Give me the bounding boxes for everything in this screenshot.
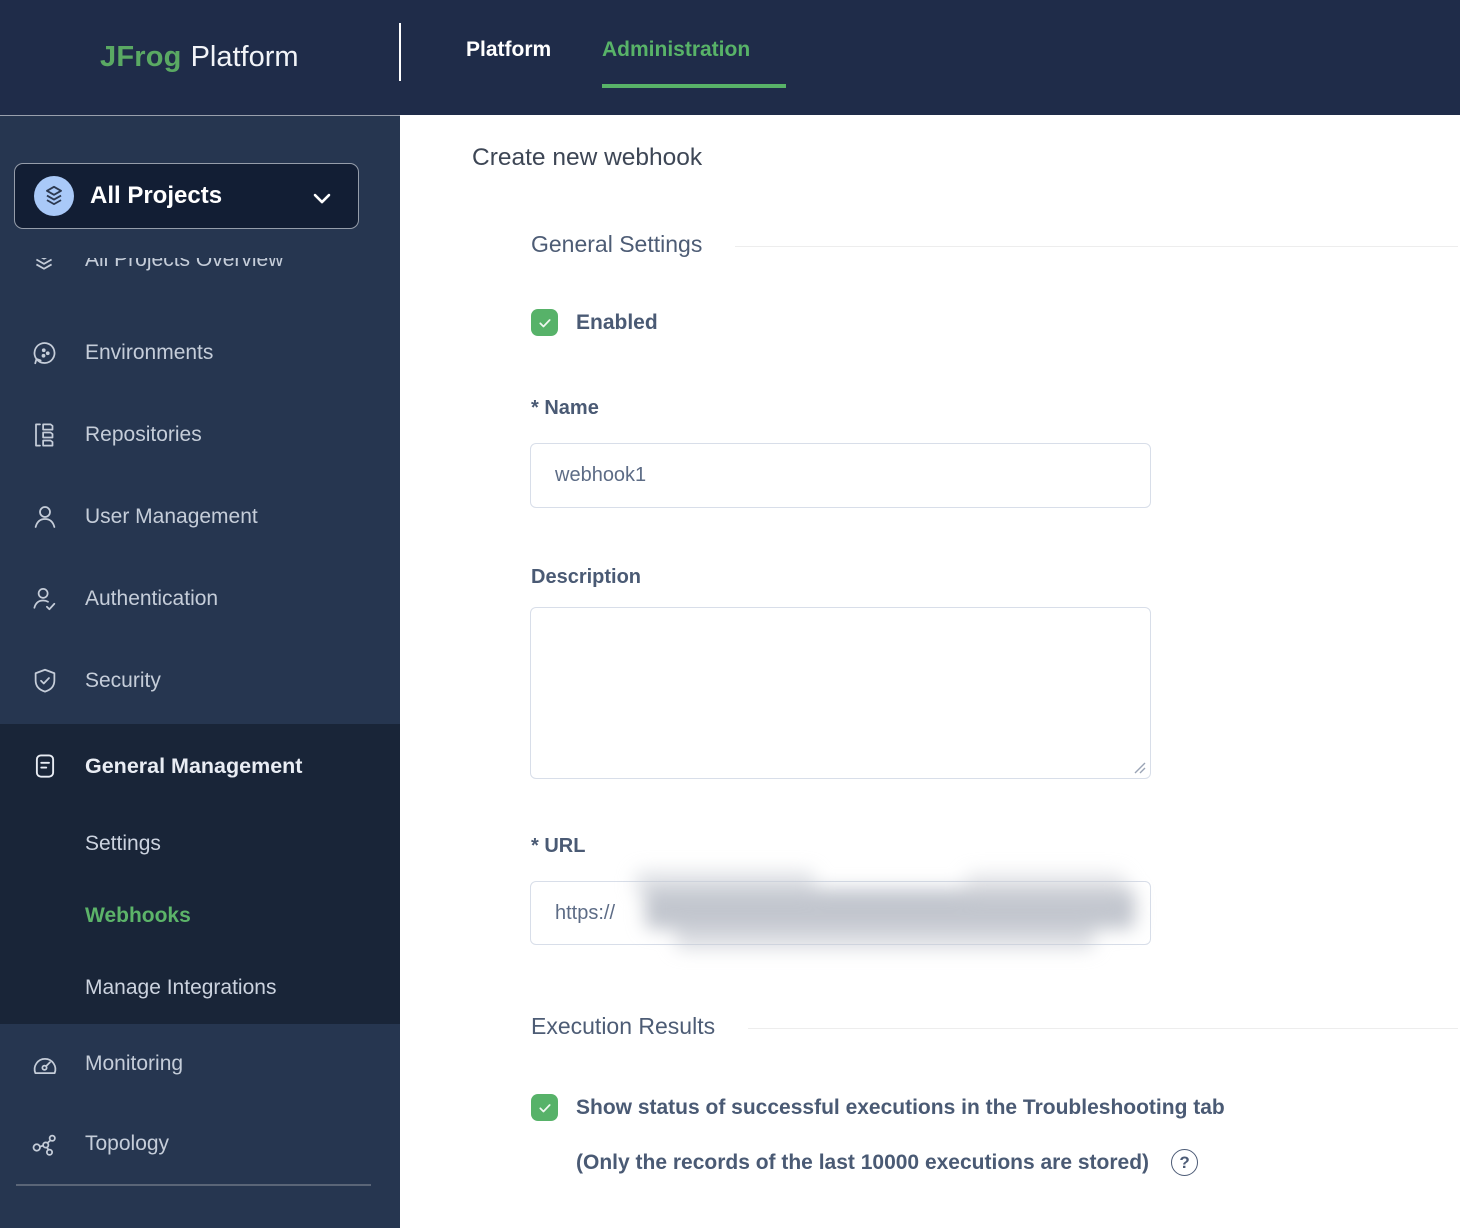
sidebar-item-label: Repositories [85, 423, 202, 447]
show-status-checkbox[interactable] [531, 1094, 558, 1121]
tab-administration-active-underline [602, 84, 786, 88]
sidebar-item-label: Authentication [85, 587, 218, 611]
sidebar-item-label: Manage Integrations [85, 976, 276, 1000]
general-management-section: General Management Settings Webhooks Man… [0, 724, 400, 1024]
sidebar-item-general-management[interactable]: General Management [0, 724, 400, 808]
url-field-label: * URL [531, 835, 585, 858]
tab-administration[interactable]: Administration [602, 38, 750, 62]
show-status-note: (Only the records of the last 10000 exec… [576, 1151, 1149, 1175]
section-title: Execution Results [531, 1013, 715, 1040]
sidebar-item-authentication[interactable]: Authentication [0, 558, 400, 640]
logo-platform-text: Platform [191, 41, 299, 74]
sidebar-item-label: Security [85, 669, 161, 693]
gauge-icon [30, 1049, 60, 1079]
layers-icon [30, 258, 58, 274]
show-status-note-row: (Only the records of the last 10000 exec… [576, 1149, 1198, 1176]
name-input[interactable] [530, 443, 1151, 508]
topbar-divider [399, 23, 401, 81]
stacked-layers-icon [41, 183, 67, 209]
sidebar-item-security[interactable]: Security [0, 640, 400, 722]
sidebar-item-user-management[interactable]: User Management [0, 476, 400, 558]
description-field-label: Description [531, 566, 641, 589]
enabled-checkbox[interactable] [531, 309, 558, 336]
enabled-checkbox-row: Enabled [531, 309, 658, 336]
show-status-checkbox-row: Show status of successful executions in … [531, 1094, 1225, 1121]
sidebar-item-label: Webhooks [85, 904, 191, 928]
show-status-label: Show status of successful executions in … [576, 1096, 1225, 1120]
sidebar-item-environments[interactable]: Environments [0, 312, 400, 394]
sidebar-item-label: Settings [85, 832, 161, 856]
project-selector-label: All Projects [90, 182, 222, 210]
jfrog-logo: JFrog Platform [100, 0, 299, 115]
logo-jfrog-text: JFrog [100, 41, 182, 74]
chevron-down-icon [308, 184, 336, 212]
checkmark-icon [537, 315, 553, 331]
project-selector-avatar [34, 176, 74, 216]
topbar: JFrog Platform Platform Administration [0, 0, 1460, 115]
question-circle-icon[interactable]: ? [1171, 1149, 1198, 1176]
topology-nodes-icon [30, 1129, 60, 1159]
sidebar-item-manage-integrations[interactable]: Manage Integrations [0, 952, 400, 1024]
section-title: General Settings [531, 231, 702, 258]
project-selector-dropdown[interactable]: All Projects [14, 163, 359, 229]
user-check-icon [30, 584, 60, 614]
sidebar-item-label: Topology [85, 1132, 169, 1156]
sidebar-bottom-divider [16, 1184, 371, 1186]
sidebar-item-label: All Projects Overview [85, 258, 283, 272]
sidebar-item-label: Monitoring [85, 1052, 183, 1076]
sidebar-item-label: General Management [85, 754, 302, 779]
name-field-label: * Name [531, 397, 599, 420]
sidebar-item-label: User Management [85, 505, 258, 529]
section-header-execution-results: Execution Results [531, 1013, 1458, 1040]
shield-check-icon [30, 666, 60, 696]
sidebar-item-label: Environments [85, 341, 213, 365]
tab-platform[interactable]: Platform [466, 38, 551, 62]
sidebar-item-webhooks[interactable]: Webhooks [0, 880, 400, 952]
sidebar-item-repositories[interactable]: Repositories [0, 394, 400, 476]
section-header-general-settings: General Settings [531, 231, 1458, 258]
sidebar: All Projects All Projects Overview Envir… [0, 115, 400, 1228]
url-input[interactable] [530, 881, 1151, 945]
sidebar-item-all-projects-overview[interactable]: All Projects Overview [0, 258, 400, 290]
section-divider-line [735, 246, 1458, 247]
enabled-label: Enabled [576, 311, 658, 335]
user-icon [30, 502, 60, 532]
sidebar-item-settings[interactable]: Settings [0, 808, 400, 880]
sidebar-item-topology[interactable]: Topology [0, 1104, 400, 1184]
environments-cycle-icon [30, 338, 60, 368]
checkmark-icon [537, 1100, 553, 1116]
repositories-list-icon [30, 420, 60, 450]
document-icon [30, 751, 60, 781]
section-divider-line [748, 1028, 1458, 1029]
page-title: Create new webhook [472, 144, 702, 172]
description-textarea[interactable] [530, 607, 1151, 779]
sidebar-item-monitoring[interactable]: Monitoring [0, 1024, 400, 1104]
main-content: Create new webhook General Settings Enab… [400, 115, 1460, 1228]
